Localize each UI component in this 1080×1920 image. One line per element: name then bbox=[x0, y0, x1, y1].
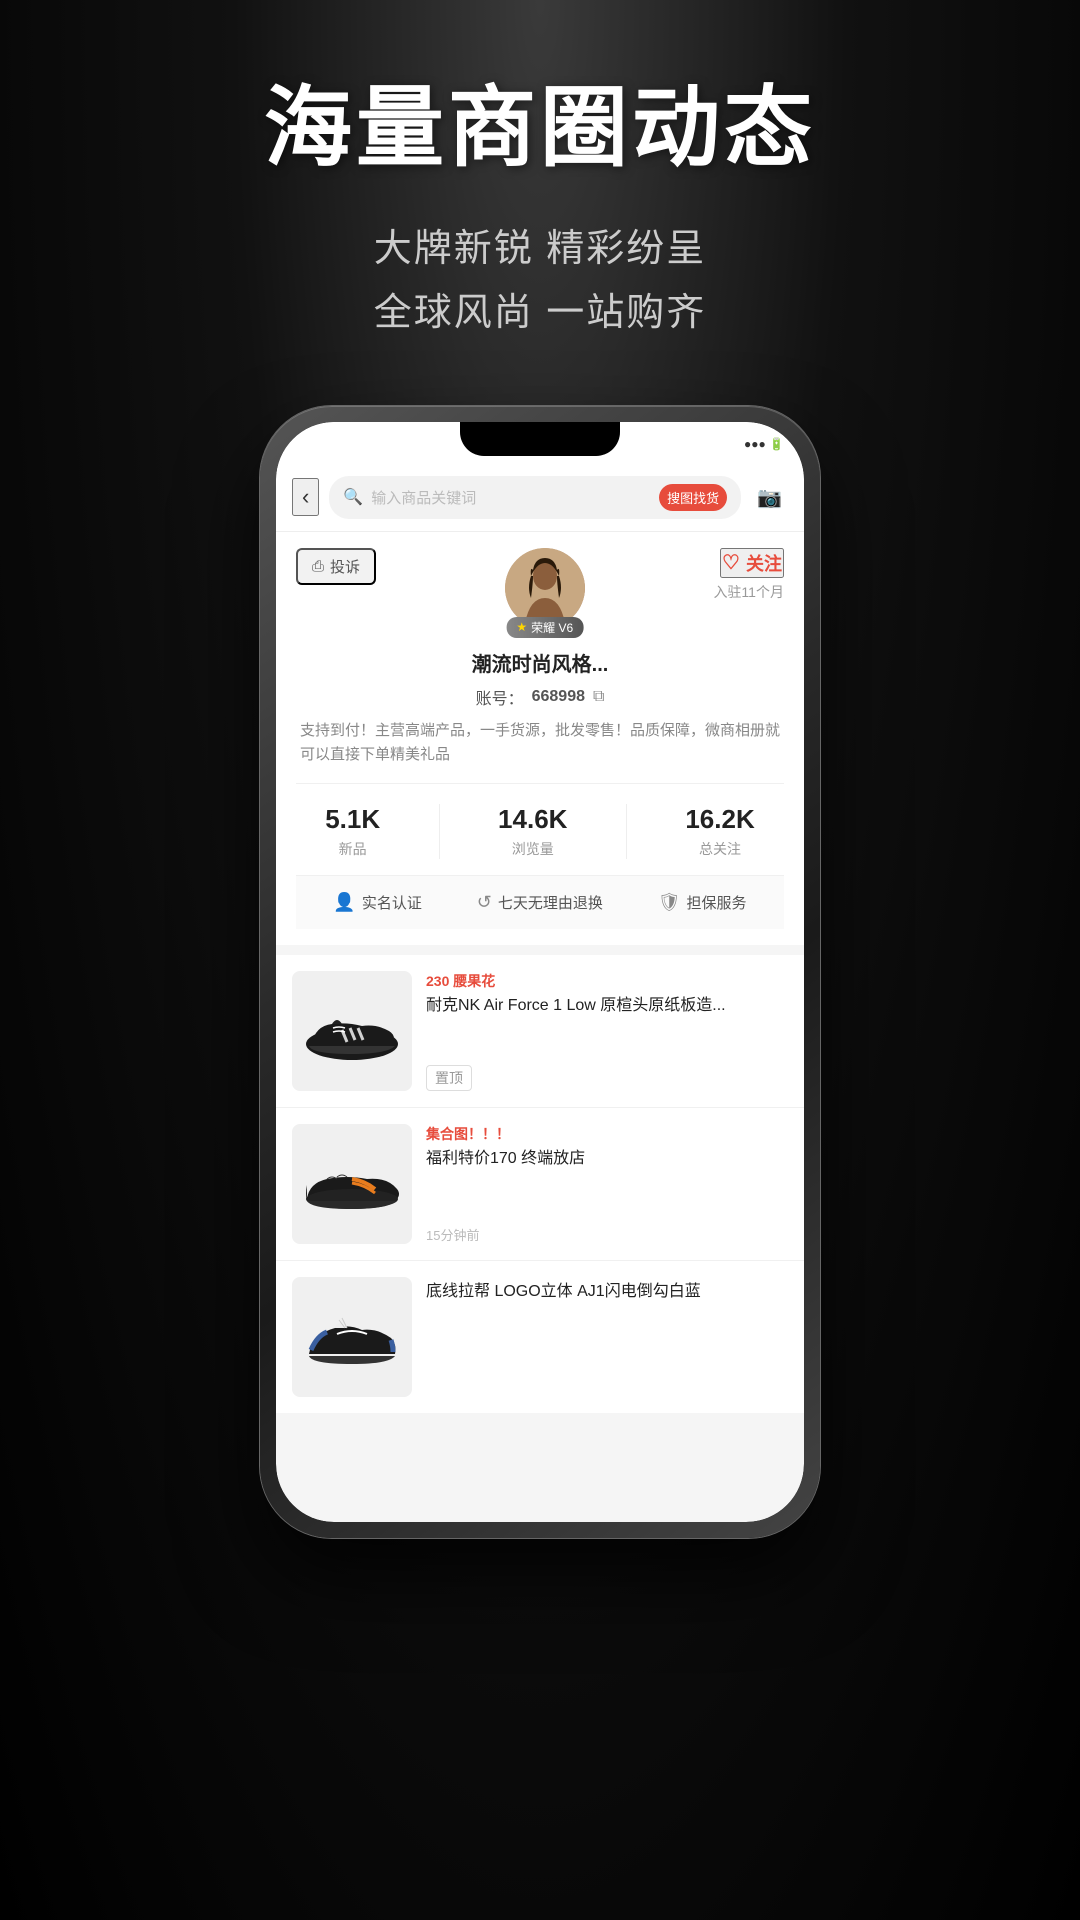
follow-icon: ♡ bbox=[722, 550, 740, 575]
phone-outer-shell: ●●● 🔋 ‹ 🔍 输入商品关键词 搜图找货 📷 bbox=[260, 406, 820, 1538]
back-button[interactable]: ‹ bbox=[292, 478, 319, 516]
stat-number-views: 14.6K bbox=[498, 804, 567, 835]
product-bottom-1: 置顶 bbox=[426, 1065, 788, 1091]
follow-button[interactable]: ♡ 关注 bbox=[720, 548, 784, 578]
product-tag-2: 集合图！！！ bbox=[426, 1124, 788, 1144]
account-label: 账号： bbox=[476, 685, 524, 709]
product-item-2[interactable]: 集合图！！！ 福利特价170 终端放店 15分钟前 bbox=[276, 1108, 804, 1261]
trust-real-name: 👤 实名认证 bbox=[333, 892, 421, 913]
profile-header-row: ⎙ 投诉 bbox=[296, 548, 784, 628]
search-input-wrap[interactable]: 🔍 输入商品关键词 搜图找货 bbox=[329, 476, 741, 519]
shoe-image-2 bbox=[297, 1139, 407, 1229]
hero-title: 海量商圈动态 bbox=[0, 80, 1080, 177]
store-name: 潮流时尚风格... bbox=[296, 648, 784, 677]
account-row: 账号： 668998 ⧉ bbox=[296, 685, 784, 709]
phone-notch bbox=[460, 422, 620, 456]
shoe-image-1 bbox=[297, 986, 407, 1076]
trust-guarantee-label: 担保服务 bbox=[687, 892, 747, 913]
copy-icon[interactable]: ⧉ bbox=[593, 688, 604, 706]
complaint-icon: ⎙ bbox=[312, 558, 324, 575]
avatar-image bbox=[505, 548, 585, 628]
stat-label-new: 新品 bbox=[339, 839, 367, 859]
stat-number-new: 5.1K bbox=[325, 804, 380, 835]
product-image-3 bbox=[292, 1277, 412, 1397]
follow-label: 关注 bbox=[746, 550, 782, 576]
product-info-3: 底线拉帮 LOGO立体 AJ1闪电倒勾白蓝 bbox=[426, 1277, 788, 1397]
guarantee-icon: 🛡 bbox=[658, 892, 681, 913]
product-item-1[interactable]: 230 腰果花 耐克NK Air Force 1 Low 原楦头原纸板造... … bbox=[276, 955, 804, 1108]
stat-new-products: 5.1K 新品 bbox=[325, 804, 380, 859]
user-badge: ★ 荣耀 V6 bbox=[506, 617, 583, 638]
profile-avatar-area: ★ 荣耀 V6 bbox=[505, 548, 585, 628]
complaint-label: 投诉 bbox=[330, 556, 360, 577]
product-title-2: 福利特价170 终端放店 bbox=[426, 1148, 788, 1170]
stat-followers: 16.2K 总关注 bbox=[685, 804, 754, 859]
status-icons: ●●● 🔋 bbox=[744, 437, 784, 451]
stat-divider-1 bbox=[439, 804, 440, 859]
stat-label-views: 浏览量 bbox=[512, 839, 554, 859]
trust-real-name-label: 实名认证 bbox=[362, 892, 422, 913]
badge-icon: ★ bbox=[516, 620, 527, 634]
badge-label: 荣耀 V6 bbox=[531, 619, 573, 636]
stat-label-followers: 总关注 bbox=[699, 839, 741, 859]
product-title-3: 底线拉帮 LOGO立体 AJ1闪电倒勾白蓝 bbox=[426, 1281, 788, 1303]
product-time-2: 15分钟前 bbox=[426, 1225, 479, 1244]
product-tag-1: 230 腰果花 bbox=[426, 971, 788, 991]
trust-return: ↺ 七天无理由退换 bbox=[477, 892, 603, 913]
trust-guarantee: 🛡 担保服务 bbox=[658, 892, 747, 913]
page-background: 海量商圈动态 大牌新锐 精彩纷呈 全球风尚 一站购齐 ●●● 🔋 ‹ bbox=[0, 0, 1080, 1920]
search-placeholder: 输入商品关键词 bbox=[371, 487, 651, 508]
phone-mockup: ●●● 🔋 ‹ 🔍 输入商品关键词 搜图找货 📷 bbox=[260, 406, 820, 1538]
shoe-image-3 bbox=[297, 1292, 407, 1382]
follow-area: ♡ 关注 入驻11个月 bbox=[713, 548, 784, 602]
phone-inner-shell: ●●● 🔋 ‹ 🔍 输入商品关键词 搜图找货 📷 bbox=[276, 422, 804, 1522]
hero-subtitle: 大牌新锐 精彩纷呈 全球风尚 一站购齐 bbox=[0, 217, 1080, 346]
product-info-1: 230 腰果花 耐克NK Air Force 1 Low 原楦头原纸板造... … bbox=[426, 971, 788, 1091]
avatar-wrap: ★ 荣耀 V6 bbox=[505, 548, 585, 628]
return-icon: ↺ bbox=[477, 892, 492, 913]
product-title-1: 耐克NK Air Force 1 Low 原楦头原纸板造... bbox=[426, 995, 788, 1017]
account-number: 668998 bbox=[532, 688, 585, 706]
avatar bbox=[505, 548, 585, 628]
product-list: 230 腰果花 耐克NK Air Force 1 Low 原楦头原纸板造... … bbox=[276, 955, 804, 1413]
profile-section: ⎙ 投诉 bbox=[276, 532, 804, 945]
stat-views: 14.6K 浏览量 bbox=[498, 804, 567, 859]
camera-icon[interactable]: 📷 bbox=[751, 485, 788, 510]
product-bottom-2: 15分钟前 bbox=[426, 1225, 788, 1244]
hero-subtitle-line1: 大牌新锐 精彩纷呈 bbox=[0, 217, 1080, 282]
product-image-1 bbox=[292, 971, 412, 1091]
product-info-2: 集合图！！！ 福利特价170 终端放店 15分钟前 bbox=[426, 1124, 788, 1244]
pinned-tag-1: 置顶 bbox=[426, 1065, 472, 1091]
join-time: 入驻11个月 bbox=[713, 582, 784, 602]
stat-number-followers: 16.2K bbox=[685, 804, 754, 835]
image-search-button[interactable]: 搜图找货 bbox=[659, 484, 727, 511]
stats-row: 5.1K 新品 14.6K 浏览量 16.2K 总关注 bbox=[296, 783, 784, 875]
search-icon: 🔍 bbox=[343, 487, 363, 507]
app-screen: ●●● 🔋 ‹ 🔍 输入商品关键词 搜图找货 📷 bbox=[276, 422, 804, 1522]
store-description: 支持到付！主营高端产品，一手货源，批发零售！品质保障，微商相册就可以直接下单精美… bbox=[296, 719, 784, 767]
hero-subtitle-line2: 全球风尚 一站购齐 bbox=[0, 281, 1080, 346]
real-name-icon: 👤 bbox=[333, 892, 355, 913]
stat-divider-2 bbox=[626, 804, 627, 859]
search-bar: ‹ 🔍 输入商品关键词 搜图找货 📷 bbox=[276, 466, 804, 532]
trust-return-label: 七天无理由退换 bbox=[498, 892, 603, 913]
complaint-button[interactable]: ⎙ 投诉 bbox=[296, 548, 376, 585]
product-item-3[interactable]: 底线拉帮 LOGO立体 AJ1闪电倒勾白蓝 bbox=[276, 1261, 804, 1413]
product-image-2 bbox=[292, 1124, 412, 1244]
trust-row: 👤 实名认证 ↺ 七天无理由退换 🛡 担保服务 bbox=[296, 875, 784, 929]
hero-section: 海量商圈动态 大牌新锐 精彩纷呈 全球风尚 一站购齐 bbox=[0, 0, 1080, 346]
